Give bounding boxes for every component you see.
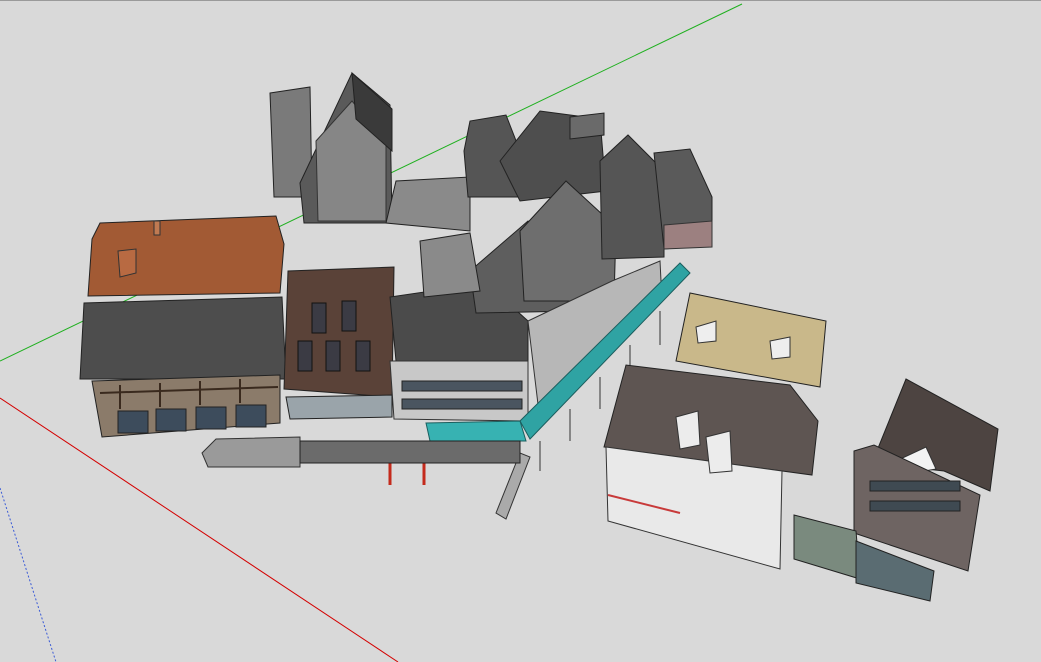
brick-building[interactable] bbox=[283, 266, 395, 420]
scene[interactable] bbox=[0, 1, 1041, 662]
red-axis-line bbox=[0, 397, 399, 662]
walkway[interactable] bbox=[201, 436, 521, 468]
corner-building[interactable] bbox=[793, 378, 999, 602]
tan-roof-building[interactable] bbox=[675, 292, 827, 388]
white-building[interactable] bbox=[603, 364, 819, 570]
half-timbered-building[interactable] bbox=[79, 296, 287, 438]
orange-roof-building[interactable] bbox=[87, 215, 285, 297]
blue-axis-line bbox=[0, 487, 57, 662]
3d-model-viewport[interactable] bbox=[0, 0, 1041, 662]
tall-gray-building[interactable] bbox=[269, 71, 393, 224]
